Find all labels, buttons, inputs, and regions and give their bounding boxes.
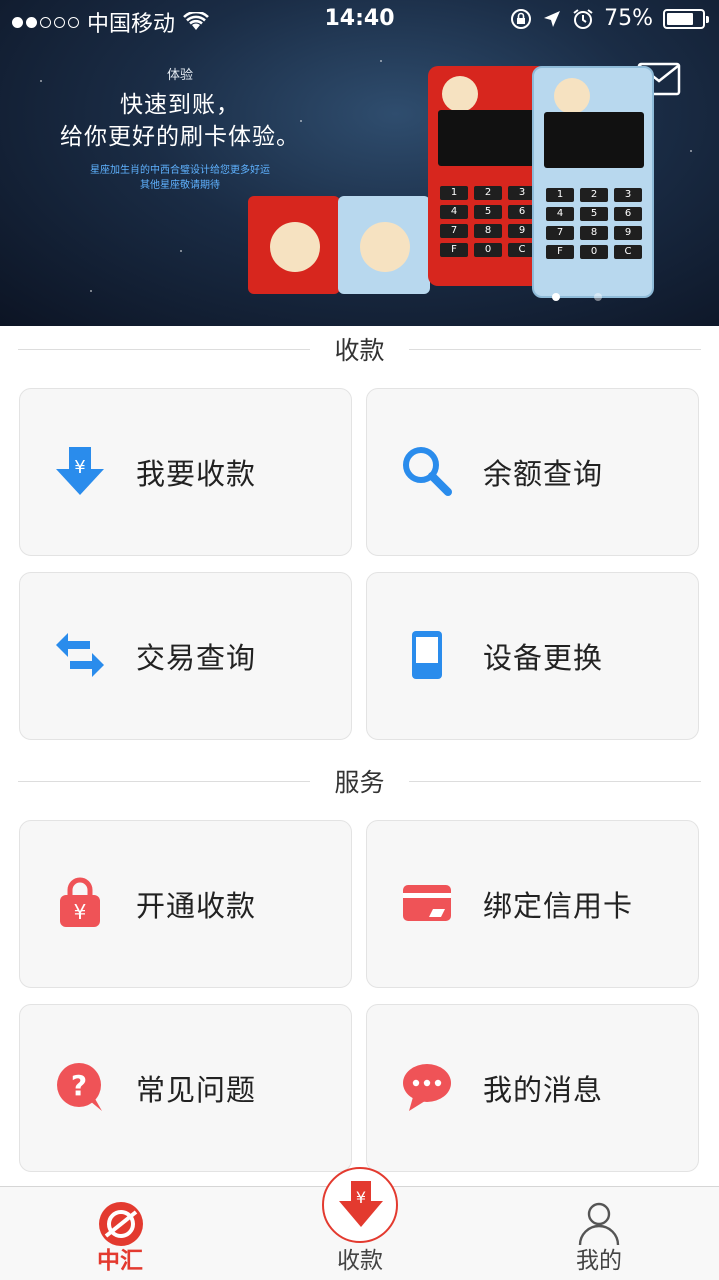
pos-key: 3	[614, 188, 642, 202]
pos-key: C	[614, 245, 642, 259]
section-title-collect-text: 收款	[320, 331, 399, 367]
tab-label: 中汇	[97, 1248, 143, 1274]
battery-icon	[663, 8, 709, 29]
tab-zhonghui[interactable]: 中汇	[30, 1187, 210, 1280]
person-icon	[578, 1202, 620, 1245]
mascot-face-image	[442, 76, 478, 112]
mascot-face-image	[360, 222, 410, 272]
pos-key: 4	[440, 205, 468, 219]
tile-faq[interactable]: ? 常见问题	[19, 1004, 352, 1172]
tab-mine[interactable]: 我的	[509, 1187, 689, 1280]
pos-key: 7	[440, 224, 468, 238]
banner-top-label: 体验	[166, 68, 193, 83]
location-arrow-icon	[544, 10, 561, 27]
tile-label: 我要收款	[136, 457, 257, 491]
pos-key: 2	[580, 188, 608, 202]
tile-open-collection[interactable]: ¥ 开通收款	[19, 820, 352, 988]
section-title-service-text: 服务	[320, 763, 399, 799]
pos-key: 0	[474, 243, 502, 257]
mascot-face-image	[554, 78, 590, 114]
pos-key: 1	[440, 186, 468, 200]
device-icon	[399, 627, 455, 683]
star-decoration	[90, 290, 92, 292]
question-bubble-icon: ?	[52, 1059, 108, 1115]
tile-label: 常见问题	[136, 1073, 257, 1107]
card-reader-blue-image	[338, 196, 430, 294]
pos-key: 2	[474, 186, 502, 200]
pager-dot[interactable]	[552, 293, 560, 301]
pos-key: 0	[580, 245, 608, 259]
tile-label: 绑定信用卡	[483, 889, 634, 923]
pos-device-blue-image: 123 456 789 F0C	[532, 66, 654, 298]
star-decoration	[690, 150, 692, 152]
tile-bind-credit-card[interactable]: 绑定信用卡	[366, 820, 699, 988]
pos-key: 8	[580, 226, 608, 240]
tile-label: 我的消息	[483, 1073, 604, 1107]
pos-key: 5	[474, 205, 502, 219]
chat-bubble-icon	[399, 1059, 455, 1115]
search-icon	[399, 443, 455, 499]
pos-keypad: 123456789F0C	[440, 186, 536, 257]
tile-label: 交易查询	[136, 641, 257, 675]
tile-label: 设备更换	[483, 641, 604, 675]
tile-collect-payment[interactable]: ¥ 我要收款	[19, 388, 352, 556]
pos-device-red-image: 123456789F0C	[428, 66, 548, 286]
banner-headline-1: 快速到账，	[120, 92, 240, 118]
bottom-tab-bar: 中汇 ¥ 收款 我的	[0, 1167, 719, 1280]
rotation-lock-icon	[511, 8, 532, 29]
star-decoration	[40, 80, 42, 82]
battery-level-fill	[667, 12, 693, 25]
pos-key: 5	[580, 207, 608, 221]
pos-screen	[438, 110, 538, 166]
star-decoration	[380, 60, 382, 62]
tile-label: 开通收款	[136, 889, 257, 923]
section-title-collect: 收款	[18, 331, 701, 367]
card-reader-red-image	[248, 196, 340, 294]
banner-pager[interactable]	[552, 293, 602, 301]
battery-percent: 75%	[604, 6, 653, 31]
tile-my-messages[interactable]: 我的消息	[366, 1004, 699, 1172]
pos-key: 4	[546, 207, 574, 221]
banner-headline-2: 给你更好的刷卡体验。	[60, 124, 300, 150]
banner-caption-1: 星座加生肖的中西合璧设计给您更多好运	[90, 165, 270, 176]
svg-text:?: ?	[71, 1069, 87, 1102]
status-right: 75%	[510, 6, 709, 31]
pos-key: 9	[614, 226, 642, 240]
credit-card-icon	[399, 875, 455, 931]
pos-key: 6	[614, 207, 642, 221]
pos-screen	[544, 112, 644, 168]
pos-key: 7	[546, 226, 574, 240]
svg-text:¥: ¥	[74, 457, 85, 478]
pos-key: 8	[474, 224, 502, 238]
mascot-face-image	[270, 222, 320, 272]
pos-keypad: 123 456 789 F0C	[546, 188, 642, 259]
tile-label: 余额查询	[483, 457, 604, 491]
download-yen-icon: ¥	[52, 443, 108, 499]
tab-label: 我的	[576, 1248, 622, 1274]
status-bar: 中国移动 14:40 75%	[0, 0, 719, 40]
promo-banner[interactable]: 中国移动 14:40 75% 体验 快速到账， 给你更好的刷卡体验。 星座加生肖…	[0, 0, 719, 326]
tile-balance-query[interactable]: 余额查询	[366, 388, 699, 556]
star-decoration	[300, 120, 302, 122]
tab-collect[interactable]: 收款	[270, 1187, 450, 1280]
pos-key: 1	[546, 188, 574, 202]
tile-device-replace[interactable]: 设备更换	[366, 572, 699, 740]
lock-yen-icon: ¥	[52, 875, 108, 931]
swap-arrows-icon	[52, 627, 108, 683]
svg-text:¥: ¥	[74, 900, 87, 924]
star-decoration	[180, 250, 182, 252]
banner-caption-2: 其他星座敬请期待	[140, 180, 220, 191]
tab-label: 收款	[337, 1248, 383, 1274]
pos-key: F	[546, 245, 574, 259]
section-title-service: 服务	[18, 763, 701, 799]
alarm-clock-icon	[573, 8, 593, 29]
tile-transaction-query[interactable]: 交易查询	[19, 572, 352, 740]
pos-key: F	[440, 243, 468, 257]
banner-text-block: 体验 快速到账， 给你更好的刷卡体验。 星座加生肖的中西合璧设计给您更多好运 其…	[60, 64, 300, 193]
pager-dot[interactable]	[594, 293, 602, 301]
